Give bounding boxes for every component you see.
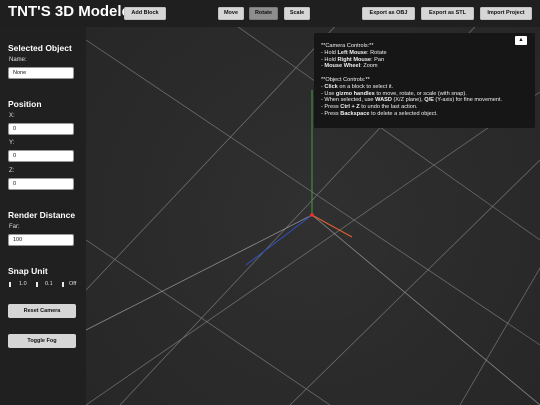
help-line	[321, 70, 533, 77]
scale-button[interactable]: Scale	[284, 7, 310, 20]
properties-sidebar: Selected Object Name: Position X: Y: Z: …	[0, 27, 86, 405]
snap-unit-options: 1.0 0.1 Off	[8, 280, 80, 290]
help-text-segment: **Camera Controls:**	[321, 43, 374, 49]
help-text-segment: (Y-axis) for fine movement.	[433, 97, 503, 104]
name-field[interactable]	[8, 67, 74, 79]
help-text-segment: : Zoom	[360, 63, 378, 70]
help-keyword: Mouse Wheel	[324, 63, 361, 70]
name-label: Name:	[9, 57, 27, 63]
reset-camera-button[interactable]: Reset Camera	[8, 304, 76, 318]
move-button[interactable]: Move	[218, 7, 244, 20]
far-label: Far:	[9, 224, 20, 230]
selected-object-heading: Selected Object	[8, 43, 72, 53]
snap-radio-off[interactable]	[62, 282, 64, 287]
top-toolbar: TNT'S 3D Modeler Add Block Move Rotate S…	[0, 0, 540, 27]
snap-option-1-0-label: 1.0	[19, 281, 27, 287]
app-root: TNT'S 3D Modeler Add Block Move Rotate S…	[0, 0, 540, 405]
help-keyword: Ctrl + Z	[340, 104, 360, 111]
help-keyword: gizmo handles	[335, 90, 375, 97]
help-line: - Press Ctrl + Z to undo the last action…	[321, 104, 533, 111]
help-text-segment: : Pan	[371, 56, 385, 63]
help-text-segment: to undo the last action.	[359, 104, 418, 111]
help-line: - Hold Left Mouse: Rotate	[321, 50, 533, 57]
help-line: - When selected, use WASD (X/Z plane), Q…	[321, 97, 533, 104]
help-keyword: Backspace	[340, 110, 370, 117]
position-x-field[interactable]	[8, 123, 74, 135]
help-line: - Mouse Wheel: Zoom	[321, 63, 533, 70]
z-label: Z:	[9, 168, 15, 174]
help-text-segment: : Rotate	[367, 49, 387, 56]
snap-option-off-label: Off	[69, 281, 77, 287]
toggle-fog-button[interactable]: Toggle Fog	[8, 334, 76, 348]
help-keyword: Right Mouse	[337, 56, 372, 63]
help-line: **Object Controls:**	[321, 77, 533, 84]
help-keyword: Q/E	[424, 97, 434, 104]
help-text: **Camera Controls:** - Hold Left Mouse: R…	[321, 43, 533, 118]
help-text-segment: - Press	[321, 110, 341, 117]
export-stl-button[interactable]: Export as STL	[421, 7, 474, 20]
snap-radio-1-0[interactable]	[9, 282, 11, 287]
help-text-segment: - Hold	[321, 56, 338, 63]
import-project-button[interactable]: Import Project	[480, 7, 532, 20]
help-line: - Click on a block to select it.	[321, 84, 533, 91]
rotate-button[interactable]: Rotate	[249, 7, 278, 20]
help-line: - Press Backspace to delete a selected o…	[321, 111, 533, 118]
export-obj-button[interactable]: Export as OBJ	[362, 7, 415, 20]
help-line: - Hold Right Mouse: Pan	[321, 57, 533, 64]
help-keyword: Left Mouse	[337, 49, 368, 56]
help-text-segment: - Use	[321, 90, 336, 97]
help-text-segment: - Press	[321, 104, 341, 111]
help-text-segment: - Hold	[321, 49, 338, 56]
far-distance-field[interactable]	[8, 234, 74, 246]
help-keyword: Click	[324, 83, 338, 90]
help-keyword: WASD	[375, 97, 392, 104]
origin-marker	[310, 213, 314, 217]
help-text-segment: to delete a selected object.	[369, 110, 438, 117]
help-line: - Use gizmo handles to move, rotate, or …	[321, 91, 533, 98]
help-text-segment: to move, rotate, or scale (with snap).	[374, 90, 467, 97]
render-distance-heading: Render Distance	[8, 210, 76, 220]
add-block-button[interactable]: Add Block	[124, 7, 166, 20]
snap-radio-0-1[interactable]	[36, 282, 38, 287]
help-line: **Camera Controls:**	[321, 43, 533, 50]
help-text-segment: on a block to select it.	[337, 83, 394, 90]
position-heading: Position	[8, 99, 42, 109]
help-text-segment: **Object Controls:**	[321, 76, 370, 83]
help-text-segment: (X/Z plane),	[391, 97, 425, 104]
controls-help-panel: ▲ **Camera Controls:** - Hold Left Mouse:…	[314, 33, 535, 128]
snap-unit-heading: Snap Unit	[8, 266, 48, 276]
app-title: TNT'S 3D Modeler	[8, 3, 136, 20]
x-label: X:	[9, 113, 15, 119]
position-y-field[interactable]	[8, 150, 74, 162]
y-label: Y:	[9, 140, 15, 146]
snap-option-0-1-label: 0.1	[45, 281, 53, 287]
position-z-field[interactable]	[8, 178, 74, 190]
help-text-segment: - When selected, use	[321, 97, 376, 104]
